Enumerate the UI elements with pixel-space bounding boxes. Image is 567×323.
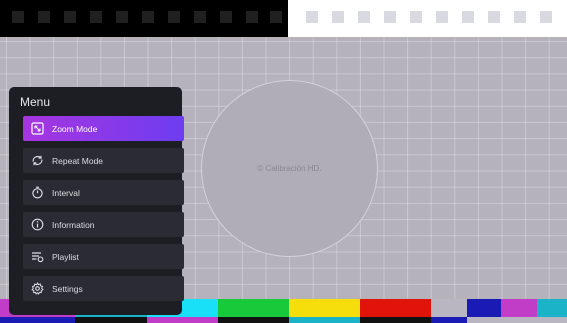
- menu-item-label: Playlist: [52, 251, 79, 262]
- menu-item-label: Repeat Mode: [52, 155, 104, 166]
- white-pluge-strip: [288, 0, 567, 37]
- repeat-icon: [31, 154, 44, 167]
- color-bar-red: [360, 299, 431, 323]
- menu-panel: Menu Zoom Mode Repeat Mode Interval Info…: [9, 87, 184, 315]
- watermark-text: © Calibración HD.: [257, 164, 322, 173]
- color-bar-yellow: [289, 299, 360, 323]
- color-bar-cyan-2: [537, 299, 567, 323]
- info-icon: [31, 218, 44, 231]
- timer-icon: [31, 186, 44, 199]
- zoom-icon: [31, 122, 44, 135]
- color-bar-green: [218, 299, 289, 323]
- menu-item-playlist[interactable]: Playlist: [23, 244, 184, 269]
- color-bar-blue: [467, 299, 501, 323]
- menu-item-information[interactable]: Information: [23, 212, 184, 237]
- menu-item-label: Information: [52, 219, 95, 230]
- menu-item-label: Zoom Mode: [52, 123, 98, 134]
- color-bar-magenta-2: [501, 299, 537, 323]
- black-pluge-strip: [0, 0, 288, 37]
- menu-item-label: Interval: [52, 187, 80, 198]
- calibration-circle: © Calibración HD.: [201, 80, 378, 257]
- menu-item-settings[interactable]: Settings: [23, 276, 184, 301]
- menu-item-zoom-mode[interactable]: Zoom Mode: [23, 116, 184, 141]
- gear-icon: [31, 282, 44, 295]
- menu-item-interval[interactable]: Interval: [23, 180, 184, 205]
- calibration-top-strip: [0, 0, 567, 37]
- color-bar-gray: [431, 299, 467, 323]
- menu-title: Menu: [20, 95, 51, 109]
- playlist-icon: [31, 250, 44, 263]
- menu-item-label: Settings: [52, 283, 83, 294]
- menu-item-repeat-mode[interactable]: Repeat Mode: [23, 148, 184, 173]
